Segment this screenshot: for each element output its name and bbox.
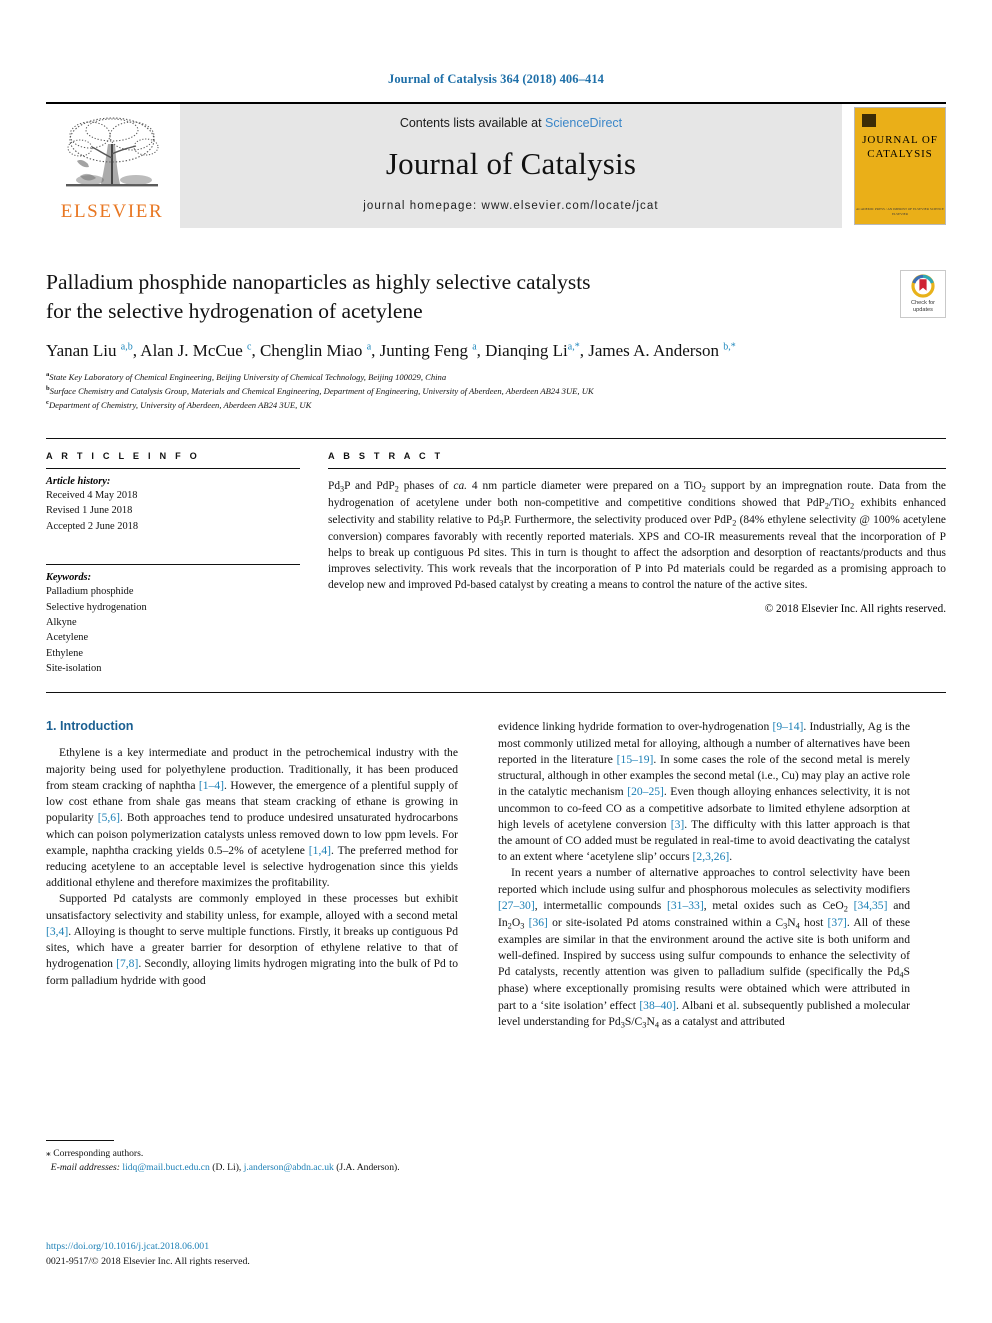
article-info-column: A R T I C L E I N F O Article history: R… — [46, 451, 314, 677]
keyword-item: Acetylene — [46, 632, 89, 644]
contents-prefix: Contents lists available at — [399, 116, 546, 130]
paragraph: Supported Pd catalysts are commonly empl… — [46, 892, 458, 987]
email-link-li[interactable]: lidq@mail.buct.edu.cn — [122, 1162, 209, 1173]
author-item[interactable]: Dianqing Lia,* — [485, 341, 580, 360]
cover-footer: ACADEMIC PRESS / AN IMPRINT OF ELSEVIER … — [855, 207, 945, 217]
citation-link[interactable]: [27–30] — [498, 899, 535, 912]
email-addresses-note: E-mail addresses: lidq@mail.buct.edu.cn … — [46, 1161, 458, 1175]
author-item[interactable]: James A. Anderson b,* — [588, 341, 736, 360]
email-link-anderson[interactable]: j.anderson@abdn.ac.uk — [244, 1162, 334, 1173]
citation-link[interactable]: [2,3,26] — [693, 850, 730, 863]
citation-link[interactable]: [20–25] — [627, 785, 664, 798]
author-item[interactable]: Chenglin Miao a — [260, 341, 371, 360]
article-title-line2: for the selective hydrogenation of acety… — [46, 298, 423, 323]
paragraph: Ethylene is a key intermediate and produ… — [46, 746, 458, 890]
citation-link[interactable]: [36] — [529, 916, 548, 929]
cover-title-line2: CATALYSIS — [867, 147, 933, 160]
citation-link[interactable]: [9–14] — [772, 720, 803, 733]
keywords-label: Keywords: — [46, 572, 92, 584]
divider — [46, 467, 300, 469]
citation-link[interactable]: [34,35] — [854, 899, 888, 912]
issn-copyright: 0021-9517/© 2018 Elsevier Inc. All right… — [46, 1255, 250, 1267]
footnote-divider — [46, 1140, 114, 1141]
citation-link[interactable]: [1,4] — [309, 844, 331, 857]
article-info-heading: A R T I C L E I N F O — [46, 450, 200, 461]
crossmark-label-line2: updates — [913, 306, 933, 313]
keyword-item: Palladium phosphide — [46, 586, 134, 598]
footnote-block: ⁎ Corresponding authors. E-mail addresse… — [46, 1140, 458, 1175]
abstract-column: A B S T R A C T Pd3P and PdP2 phases of … — [314, 451, 946, 677]
keyword-item: Ethylene — [46, 647, 83, 659]
article-history-accepted: Accepted 2 June 2018 — [46, 520, 139, 532]
citation-link[interactable]: [7,8] — [116, 957, 138, 970]
citation-link[interactable]: [38–40] — [639, 999, 676, 1012]
crossmark-badge[interactable]: Check for updates — [900, 270, 946, 318]
title-block: Palladium phosphide nanoparticles as hig… — [46, 268, 946, 412]
paragraph: In recent years a number of alternative … — [498, 866, 911, 1030]
keyword-item: Selective hydrogenation — [46, 601, 147, 613]
citation-link[interactable]: [5,6] — [98, 811, 120, 824]
crossmark-logo-icon — [911, 274, 935, 298]
citation-link[interactable]: [1–4] — [199, 779, 224, 792]
journal-masthead: ELSEVIER Contents lists available at Sci… — [46, 102, 946, 228]
divider — [328, 467, 946, 469]
keywords-block: Keywords: Palladium phosphide Selective … — [46, 564, 300, 676]
keyword-item: Site-isolation — [46, 663, 102, 675]
author-item[interactable]: Yanan Liu a,b — [46, 341, 133, 360]
citation-link[interactable]: [37] — [828, 916, 847, 929]
section-heading-introduction: 1. Introduction — [46, 719, 134, 734]
citation-link[interactable]: [3] — [671, 818, 685, 831]
elsevier-wordmark: ELSEVIER — [60, 200, 164, 222]
body-column-right: evidence linking hydride formation to ov… — [498, 719, 910, 1030]
journal-homepage-url[interactable]: journal homepage: www.elsevier.com/locat… — [363, 200, 658, 212]
article-history-revised: Revised 1 June 2018 — [46, 505, 133, 517]
affiliation-item: cDepartment of Chemistry, University of … — [46, 399, 312, 410]
publisher-logo-block: ELSEVIER — [46, 104, 178, 228]
corresponding-authors-note: ⁎ Corresponding authors. — [46, 1148, 144, 1159]
paragraph: evidence linking hydride formation to ov… — [498, 720, 910, 864]
affiliation-item: bSurface Chemistry and Catalysis Group, … — [46, 385, 594, 396]
journal-cover-thumbnail: JOURNAL OF CATALYSIS ACADEMIC PRESS / AN… — [854, 107, 946, 225]
author-list: Yanan Liu a,b, Alan J. McCue c, Chenglin… — [46, 341, 736, 361]
masthead-right: JOURNAL OF CATALYSIS ACADEMIC PRESS / AN… — [842, 104, 946, 228]
article-title: Palladium phosphide nanoparticles as hig… — [46, 268, 806, 325]
info-abstract-region: A R T I C L E I N F O Article history: R… — [46, 437, 946, 677]
abstract-copyright: © 2018 Elsevier Inc. All rights reserved… — [764, 602, 946, 615]
divider — [46, 564, 300, 566]
doi-link[interactable]: https://doi.org/10.1016/j.jcat.2018.06.0… — [46, 1240, 250, 1255]
citation-link[interactable]: [3,4] — [46, 925, 68, 938]
crossmark-label-line1: Check for — [911, 299, 935, 306]
citation-link[interactable]: [31–33] — [667, 899, 704, 912]
doi-block: https://doi.org/10.1016/j.jcat.2018.06.0… — [46, 1240, 250, 1269]
elsevier-tree-logo-icon — [66, 116, 159, 186]
running-head: Journal of Catalysis 364 (2018) 406–414 — [387, 72, 605, 86]
divider — [46, 692, 946, 694]
cover-footer-line2: ELSEVIER — [891, 211, 908, 216]
author-item[interactable]: Junting Feng a — [380, 341, 477, 360]
affiliation-list: aState Key Laboratory of Chemical Engine… — [46, 370, 946, 412]
journal-title: Journal of Catalysis — [385, 146, 637, 181]
email-owner-li: (D. Li), — [212, 1161, 242, 1173]
abstract-heading: A B S T R A C T — [328, 450, 444, 461]
article-history-received: Received 4 May 2018 — [46, 489, 138, 501]
abstract-text: Pd3P and PdP2 phases of ca. 4 nm particl… — [328, 479, 946, 592]
cover-title-line1: JOURNAL OF — [862, 134, 938, 146]
affiliation-item: aState Key Laboratory of Chemical Engine… — [46, 371, 447, 383]
email-label: E-mail addresses: — [50, 1161, 120, 1173]
citation-link[interactable]: [15–19] — [617, 753, 654, 766]
cover-title: JOURNAL OF CATALYSIS — [862, 134, 938, 162]
contents-available-line: Contents lists available at ScienceDirec… — [400, 116, 622, 130]
masthead-center: Contents lists available at ScienceDirec… — [180, 104, 842, 228]
sciencedirect-link[interactable]: ScienceDirect — [545, 116, 622, 130]
body-columns: 1. Introduction Ethylene is a key interm… — [46, 719, 946, 1030]
cover-publisher-chip-icon — [862, 114, 876, 127]
article-title-line1: Palladium phosphide nanoparticles as hig… — [46, 270, 591, 294]
article-history-label: Article history: — [46, 475, 111, 487]
author-item[interactable]: Alan J. McCue c — [140, 341, 251, 360]
keyword-item: Alkyne — [46, 616, 77, 628]
email-owner-anderson: (J.A. Anderson). — [336, 1161, 400, 1173]
paper-page: Journal of Catalysis 364 (2018) 406–414 — [0, 0, 992, 1323]
body-column-left: 1. Introduction Ethylene is a key interm… — [46, 719, 458, 1030]
crossmark-label: Check for updates — [911, 300, 935, 314]
